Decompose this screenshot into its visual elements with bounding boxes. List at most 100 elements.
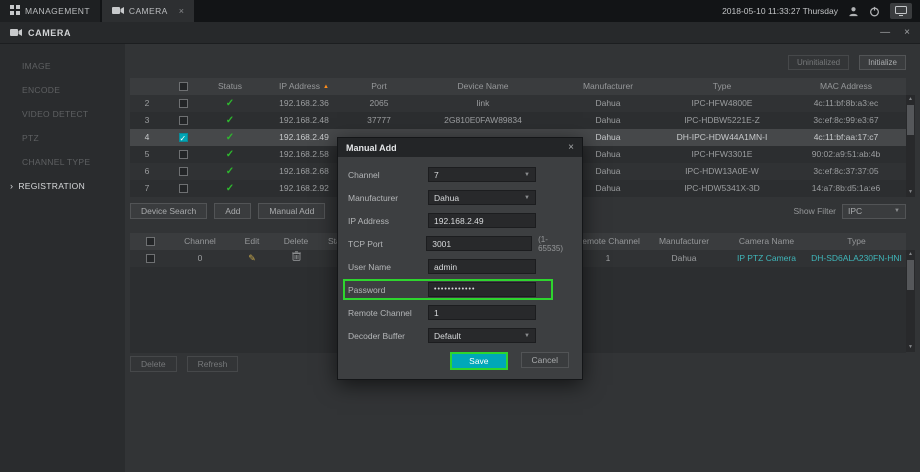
- sidebar-item-registration[interactable]: ›REGISTRATION: [0, 174, 125, 198]
- ip-cell: 192.168.2.36: [258, 95, 350, 112]
- sort-asc-icon: ▲: [323, 84, 329, 90]
- tcp-port-field: TCP Port 3001 (1-65535): [348, 232, 572, 255]
- mac-cell: 3c:ef:8c:37:37:05: [786, 163, 906, 180]
- mac-header: MAC Address: [786, 78, 906, 95]
- user-name-input[interactable]: admin: [428, 259, 536, 274]
- row-checkbox[interactable]: [179, 167, 188, 176]
- row-checkbox[interactable]: [179, 99, 188, 108]
- decoder-buffer-field: Decoder Buffer Default▼: [348, 324, 572, 347]
- grid-icon: [10, 5, 20, 17]
- datetime-label: 2018-05-10 11:33:27 Thursday: [722, 6, 838, 16]
- type-cell: IPC-HFW4800E: [658, 95, 786, 112]
- chevron-down-icon: ▼: [524, 172, 530, 178]
- manufacturer-cell: Dahua: [644, 250, 724, 267]
- select-all-checkbox[interactable]: [146, 237, 155, 246]
- ip-address-header[interactable]: IP Address▲: [258, 78, 350, 95]
- scroll-thumb[interactable]: [907, 260, 914, 290]
- camera-name-header: Camera Name: [724, 233, 809, 250]
- device-row[interactable]: 3 ✓ 192.168.2.48 37777 2G810E0FAW89834 D…: [130, 112, 906, 129]
- mac-cell: 4c:11:bf:8b:a3:ec: [786, 95, 906, 112]
- uninitialized-button[interactable]: Uninitialized: [788, 55, 849, 70]
- delete-button[interactable]: Delete: [130, 356, 177, 372]
- row-checkbox[interactable]: [179, 150, 188, 159]
- camera-tab-close-icon[interactable]: ×: [179, 6, 185, 16]
- dialog-close-icon[interactable]: ×: [568, 142, 574, 153]
- scroll-up-icon[interactable]: ▲: [908, 95, 913, 104]
- type-cell: DH-IPC-HDW44A1MN-I: [658, 129, 786, 146]
- delete-header: Delete: [274, 233, 318, 250]
- channel-select[interactable]: 7▼: [428, 167, 536, 182]
- user-icon[interactable]: [848, 3, 859, 19]
- device-table-header: Status IP Address▲ Port Device Name Manu…: [130, 78, 906, 95]
- row-checkbox[interactable]: [179, 116, 188, 125]
- sidebar-item-channel-type[interactable]: CHANNEL TYPE: [0, 150, 125, 174]
- status-check-icon: ✓: [226, 115, 234, 126]
- status-check-icon: ✓: [226, 166, 234, 177]
- password-field: Password ••••••••••••: [348, 278, 572, 301]
- status-header: Status: [202, 78, 258, 95]
- edit-icon[interactable]: ✎: [248, 253, 256, 263]
- type-cell: IPC-HDW5341X-3D: [658, 180, 786, 197]
- added-table-scrollbar[interactable]: ▲ ▼: [906, 250, 915, 352]
- select-all-checkbox[interactable]: [179, 82, 188, 91]
- manufacturer-cell: Dahua: [558, 95, 658, 112]
- manual-add-dialog: Manual Add × Channel 7▼ Manufacturer Dah…: [337, 137, 583, 380]
- chevron-right-icon: ›: [10, 181, 13, 191]
- manufacturer-field: Manufacturer Dahua▼: [348, 186, 572, 209]
- sidebar-item-image[interactable]: IMAGE: [0, 54, 125, 78]
- scroll-up-icon[interactable]: ▲: [908, 250, 913, 259]
- manufacturer-select[interactable]: Dahua▼: [428, 190, 536, 205]
- camera-name-cell: IP PTZ Camera: [724, 250, 809, 267]
- scroll-thumb[interactable]: [907, 105, 914, 135]
- camera-tab[interactable]: CAMERA ×: [102, 0, 194, 22]
- row-number: 4: [130, 129, 164, 146]
- mac-cell: 14:a7:8b:d5:1a:e6: [786, 180, 906, 197]
- display-icon[interactable]: [890, 3, 912, 19]
- show-filter-dropdown[interactable]: IPC ▼: [842, 204, 906, 219]
- sidebar-item-encode[interactable]: ENCODE: [0, 78, 125, 102]
- initialize-button[interactable]: Initialize: [859, 55, 906, 70]
- cancel-button[interactable]: Cancel: [521, 352, 569, 368]
- type-cell: IPC-HDW13A0E-W: [658, 163, 786, 180]
- type-cell: IPC-HDBW5221E-Z: [658, 112, 786, 129]
- show-filter-label: Show Filter: [793, 206, 836, 216]
- chevron-down-icon: ▼: [524, 333, 530, 339]
- minimize-icon[interactable]: —: [880, 27, 890, 38]
- user-name-field: User Name admin: [348, 255, 572, 278]
- ip-address-input[interactable]: 192.168.2.49: [428, 213, 536, 228]
- power-icon[interactable]: [869, 3, 880, 19]
- type-header: Type: [658, 78, 786, 95]
- sidebar-item-video-detect[interactable]: VIDEO DETECT: [0, 102, 125, 126]
- management-tab[interactable]: MANAGEMENT: [0, 0, 100, 22]
- row-checkbox-checked[interactable]: [179, 133, 188, 142]
- remote-channel-input[interactable]: 1: [428, 305, 536, 320]
- manual-add-button[interactable]: Manual Add: [258, 203, 325, 219]
- device-search-button[interactable]: Device Search: [130, 203, 207, 219]
- channel-cell: 0: [170, 250, 230, 267]
- tcp-port-input[interactable]: 3001: [426, 236, 532, 251]
- scroll-down-icon[interactable]: ▼: [908, 188, 913, 197]
- status-check-icon: ✓: [226, 98, 234, 109]
- save-button[interactable]: Save: [450, 352, 507, 370]
- device-table-scrollbar[interactable]: ▲ ▼: [906, 95, 915, 197]
- row-number: 6: [130, 163, 164, 180]
- delete-cell[interactable]: [274, 250, 318, 267]
- decoder-buffer-select[interactable]: Default▼: [428, 328, 536, 343]
- refresh-button[interactable]: Refresh: [187, 356, 239, 372]
- status-check-icon: ✓: [226, 183, 234, 194]
- device-name-header: Device Name: [408, 78, 558, 95]
- password-input[interactable]: ••••••••••••: [428, 282, 536, 297]
- scroll-down-icon[interactable]: ▼: [908, 343, 913, 352]
- row-checkbox[interactable]: [146, 254, 155, 263]
- device-row[interactable]: 2 ✓ 192.168.2.36 2065 link Dahua IPC-HFW…: [130, 95, 906, 112]
- taskbar: MANAGEMENT CAMERA × 2018-05-10 11:33:27 …: [0, 0, 920, 22]
- camera-icon: [112, 6, 124, 17]
- type-cell: DH-SD6ALA230FN-HNI: [809, 250, 904, 267]
- sidebar-item-ptz[interactable]: PTZ: [0, 126, 125, 150]
- row-checkbox[interactable]: [179, 184, 188, 193]
- manufacturer-cell: Dahua: [558, 112, 658, 129]
- add-button[interactable]: Add: [214, 203, 251, 219]
- close-icon[interactable]: ×: [904, 27, 910, 38]
- tcp-port-range-hint: (1-65535): [538, 235, 572, 253]
- channel-field: Channel 7▼: [348, 163, 572, 186]
